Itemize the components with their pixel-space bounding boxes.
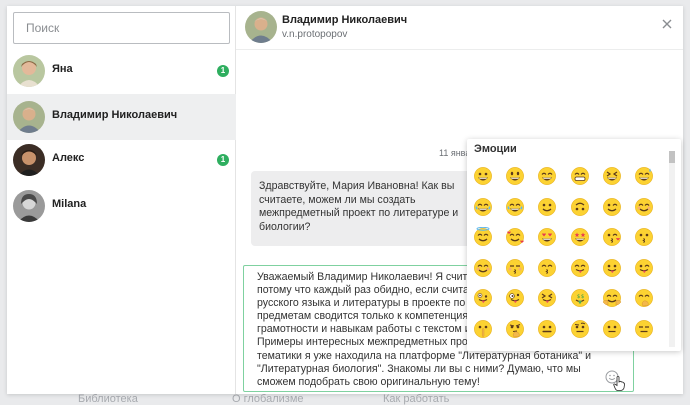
emoji-picker: Эмоции $ $: [467, 139, 681, 351]
emoji-upside-down-icon[interactable]: [570, 197, 590, 217]
emoji-grid: $ $: [467, 139, 667, 351]
emoji-heart-eyes-icon[interactable]: [537, 227, 557, 247]
emoji-wink-icon[interactable]: [602, 197, 622, 217]
hand-cursor-icon: [613, 376, 625, 391]
emoji-scrollbar-thumb[interactable]: [669, 151, 675, 163]
svg-text:$: $: [577, 294, 580, 300]
emoji-laughing-icon[interactable]: [602, 166, 622, 186]
emoji-innocent-icon[interactable]: [473, 226, 493, 247]
background-link: О глобализме: [232, 393, 304, 405]
incoming-message: Здравствуйте, Мария Ивановна! Как вы счи…: [251, 171, 486, 246]
emoji-hugging-icon[interactable]: [602, 288, 622, 308]
contact-item-yana[interactable]: Яна 1: [7, 48, 236, 94]
emoji-joy-icon[interactable]: [505, 197, 525, 217]
avatar: [13, 144, 45, 176]
contact-item-vladimir[interactable]: Владимир Николаевич: [7, 94, 236, 140]
emoji-relaxed-icon[interactable]: [473, 258, 493, 278]
contact-name: Владимир Николаевич: [52, 109, 178, 121]
emoji-neutral-icon[interactable]: [602, 319, 622, 339]
contact-name: Milana: [52, 198, 87, 210]
avatar: [13, 190, 45, 222]
unread-badge: 1: [217, 154, 229, 166]
background-link: Библиотека: [78, 393, 138, 405]
emoji-smiling-hearts-icon[interactable]: [505, 227, 525, 247]
emoji-smiley-icon[interactable]: [505, 166, 525, 186]
close-button[interactable]: [660, 17, 674, 31]
unread-badge: 1: [217, 65, 229, 77]
emoji-winking-tongue-icon[interactable]: [634, 258, 654, 278]
emoji-hand-over-mouth-icon[interactable]: [634, 288, 654, 308]
emoji-scrollbar[interactable]: [669, 151, 675, 347]
emoji-slightly-smiling-icon[interactable]: [537, 197, 557, 217]
emoji-star-struck-icon[interactable]: [570, 227, 590, 247]
contact-item-aleks[interactable]: Алекс 1: [7, 137, 236, 183]
background-link: Как работать: [383, 393, 450, 405]
avatar: [13, 55, 45, 87]
emoji-kissing-closed-eyes-icon[interactable]: [505, 258, 525, 278]
date-separator: 11 янва: [439, 148, 471, 158]
emoji-sweat-smile-icon[interactable]: [634, 166, 654, 186]
emoji-blush-icon[interactable]: [634, 197, 654, 217]
contact-name: Яна: [52, 63, 73, 75]
emoji-expressionless-icon[interactable]: [634, 319, 654, 339]
emoji-tongue-icon[interactable]: [602, 258, 622, 278]
emoji-kissing-smiling-eyes-icon[interactable]: [537, 258, 557, 278]
contact-item-milana[interactable]: Milana: [7, 183, 236, 229]
search-input[interactable]: [13, 12, 230, 44]
emoji-zany-icon[interactable]: [473, 288, 493, 308]
chat-contact-login: v.n.protopopov: [282, 29, 348, 40]
contact-name: Алекс: [52, 152, 85, 164]
emoji-crazy-icon[interactable]: [505, 288, 525, 308]
chat-avatar: [245, 11, 277, 43]
emoji-yum-icon[interactable]: [570, 258, 590, 278]
header-divider: [236, 49, 683, 50]
emoji-grin-icon[interactable]: [570, 166, 590, 186]
emoji-zipper-mouth-icon[interactable]: [537, 319, 557, 339]
emoji-kissing-heart-icon[interactable]: [602, 227, 622, 247]
emoji-thinking-icon[interactable]: [505, 319, 525, 339]
close-icon: [662, 19, 672, 29]
contacts-sidebar: Яна 1 Владимир Николаевич: [7, 6, 236, 394]
emoji-rofl-icon[interactable]: [473, 197, 493, 217]
emoji-shushing-icon[interactable]: [473, 319, 493, 339]
emoji-money-mouth-icon[interactable]: $ $: [570, 288, 590, 308]
svg-text:$: $: [581, 294, 584, 300]
chat-contact-name: Владимир Николаевич: [282, 14, 408, 26]
emoji-kissing-icon[interactable]: [634, 227, 654, 247]
emoji-grinning-icon[interactable]: [473, 166, 493, 186]
emoji-squinting-tongue-icon[interactable]: [537, 288, 557, 308]
emoji-raised-eyebrow-icon[interactable]: [570, 319, 590, 339]
avatar: [13, 101, 45, 133]
emoji-smile-icon[interactable]: [537, 166, 557, 186]
